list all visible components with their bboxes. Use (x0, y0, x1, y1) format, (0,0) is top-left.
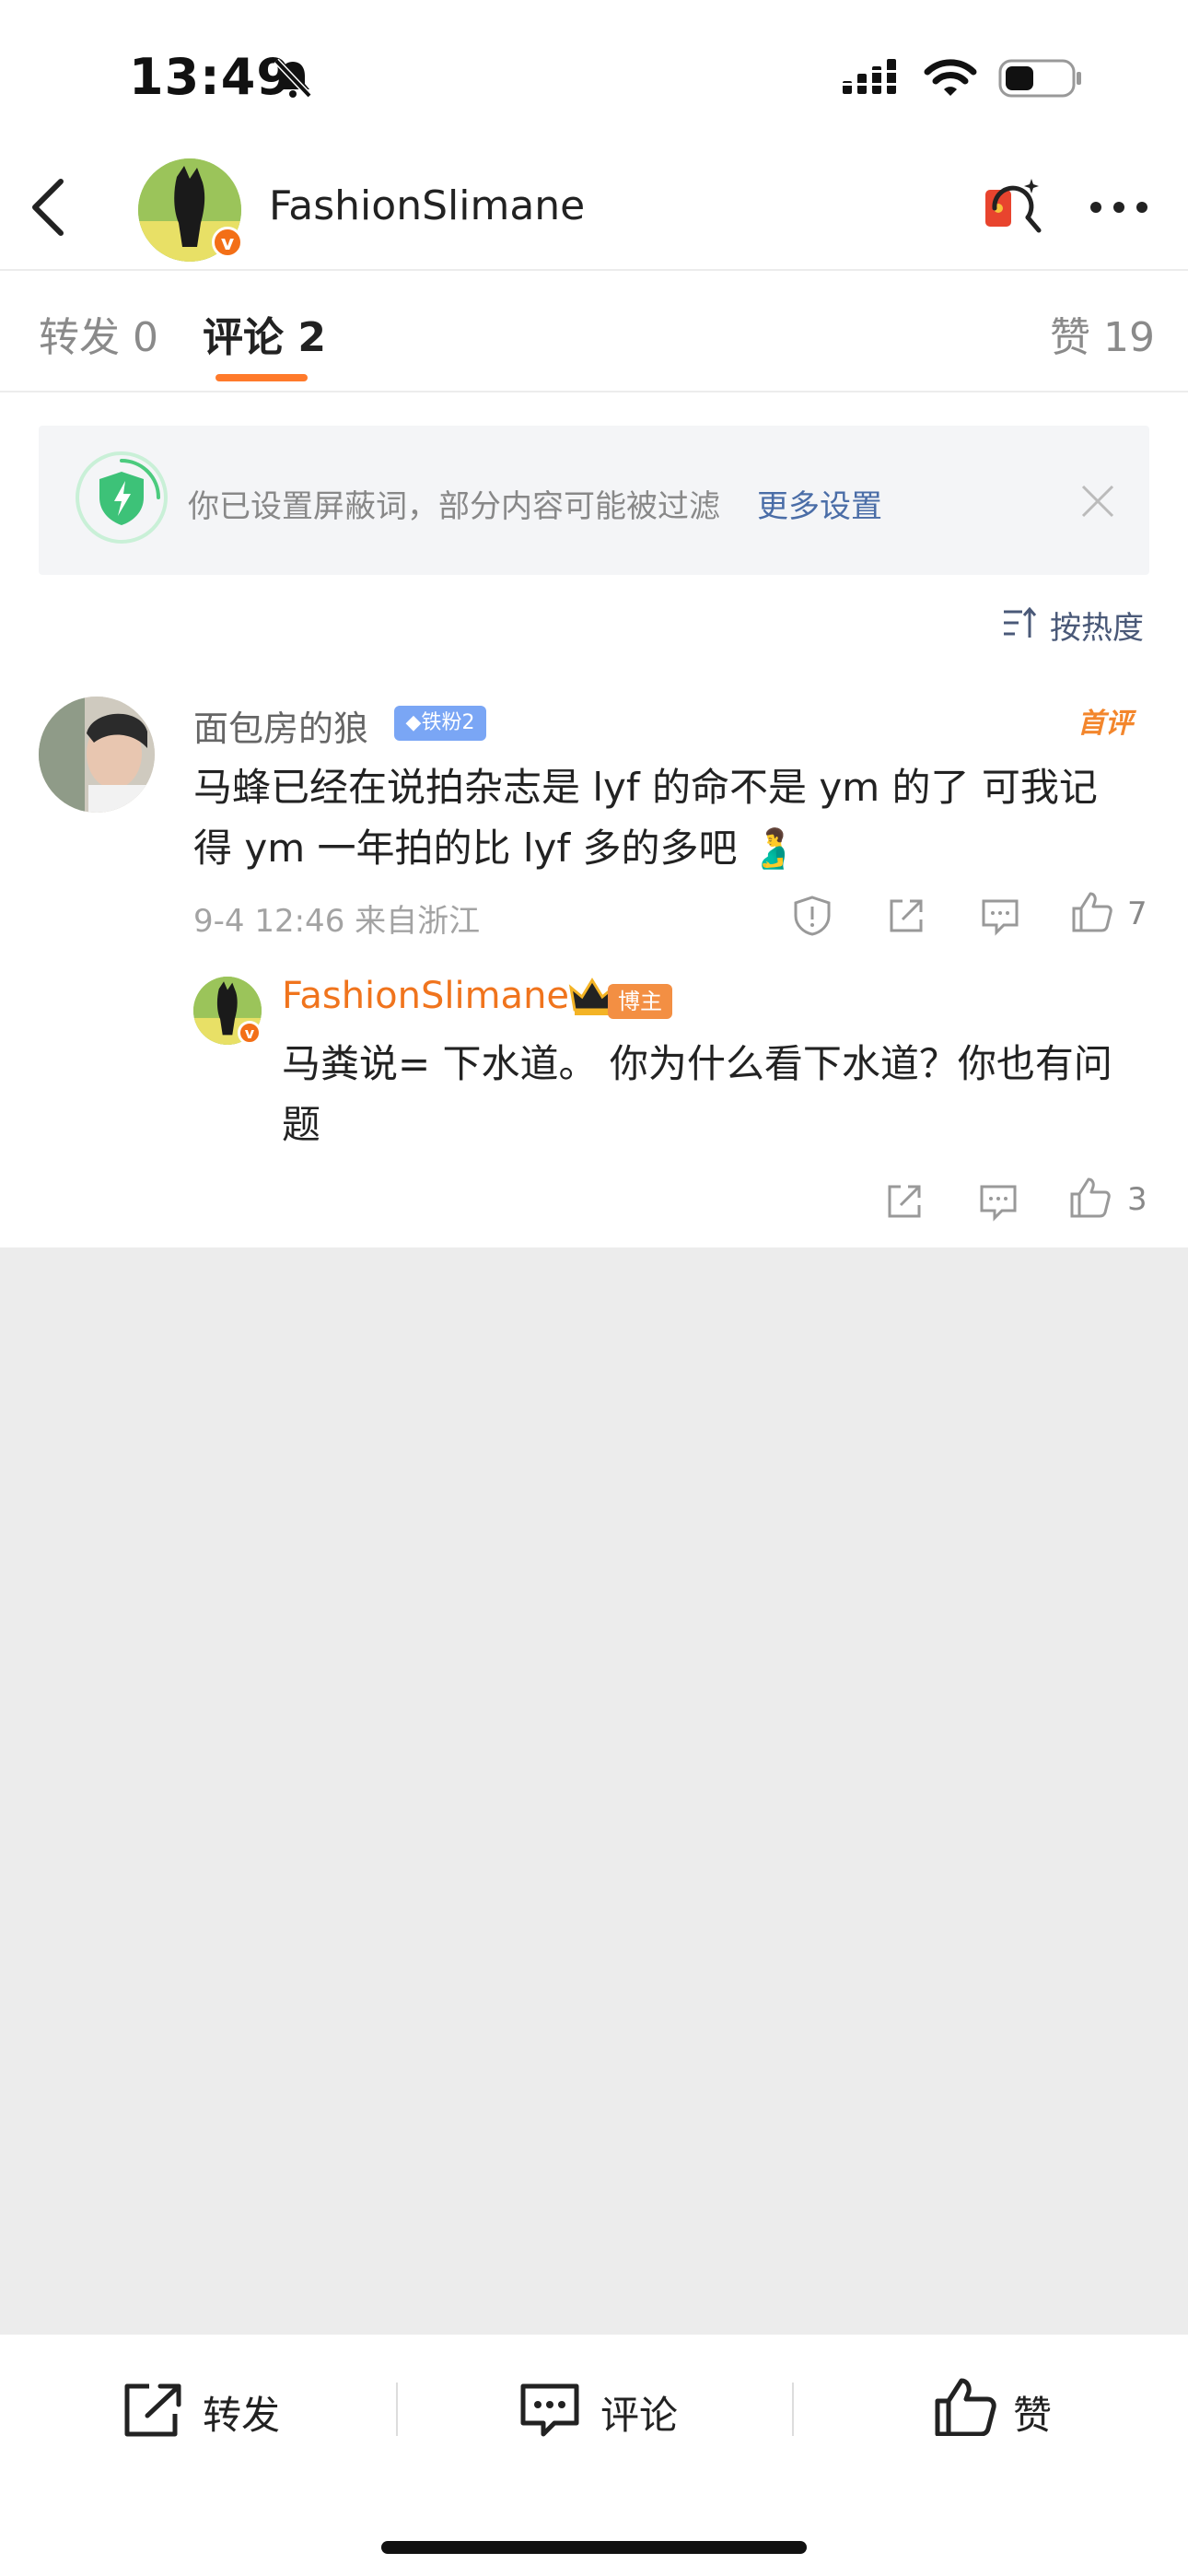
shield-icon (76, 451, 168, 544)
fan-level-label: 铁粉2 (421, 711, 475, 734)
tab-comments-count: 2 (297, 314, 326, 361)
thumbs-up-icon[interactable] (934, 2377, 998, 2436)
filter-banner-text: 你已设置屏蔽词，部分内容可能被过滤 (188, 488, 720, 525)
active-tab-indicator (215, 374, 308, 381)
bottom-separator (792, 2383, 794, 2436)
reply-username[interactable]: FashionSlimane (282, 975, 569, 1017)
reply-text: 马粪说= 下水道。 你为什么看下水道？你也有问题 (282, 1041, 1112, 1147)
bell-muted-icon (274, 58, 312, 99)
tab-comments[interactable]: 评论 2 (203, 304, 326, 363)
sort-by-heat[interactable]: 按热度 (1050, 603, 1144, 648)
tab-comments-label: 评论 (203, 314, 284, 361)
tab-repost-count: 0 (133, 314, 158, 361)
comment-location: 来自浙江 (355, 903, 481, 940)
tab-repost-label: 转发 (39, 314, 120, 361)
commenter-avatar[interactable] (39, 697, 155, 813)
cell-signal-icon (843, 59, 896, 94)
back-button[interactable] (20, 170, 76, 244)
more-options-icon[interactable] (1087, 189, 1151, 226)
close-icon[interactable] (1076, 479, 1120, 523)
like-button[interactable]: 赞 (1013, 2384, 1052, 2441)
commenter-photo (39, 697, 155, 813)
home-indicator (381, 2541, 807, 2554)
comment-like-count: 7 (1127, 896, 1147, 932)
report-icon[interactable] (790, 894, 834, 938)
tabs-divider (0, 391, 1188, 392)
reply-comment-icon[interactable] (978, 894, 1022, 938)
comment-button[interactable]: 评论 (600, 2384, 678, 2441)
like-icon[interactable] (1070, 890, 1114, 934)
comment-text: 马蜂已经在说拍杂志是 lyf 的命不是 ym 的了 可我记得 ym 一年拍的比 … (193, 765, 1098, 871)
repost-icon[interactable] (122, 2381, 186, 2440)
reply-comment-icon[interactable] (976, 1179, 1020, 1224)
tab-likes-count: 19 (1103, 314, 1155, 361)
comment-icon[interactable] (518, 2381, 582, 2440)
status-time: 13:49 (129, 48, 292, 106)
tab-likes[interactable]: 赞 19 (1050, 304, 1155, 363)
repost-button[interactable]: 转发 (203, 2384, 280, 2441)
share-icon[interactable] (882, 1179, 926, 1224)
more-settings-link[interactable]: 更多设置 (757, 481, 882, 526)
comment-meta: 9-4 12:46 来自浙江 (193, 896, 480, 941)
like-icon[interactable] (1068, 1176, 1112, 1220)
verified-badge: v (212, 227, 243, 258)
wifi-icon (924, 59, 977, 96)
sort-icon[interactable] (1002, 604, 1039, 641)
reply-like-count: 3 (1127, 1181, 1147, 1218)
header-username[interactable]: FashionSlimane (269, 182, 585, 229)
header-divider (0, 269, 1188, 271)
first-comment-badge: 首评 (1077, 708, 1133, 740)
fan-level-badge: ◆铁粉2 (394, 706, 486, 741)
share-icon[interactable] (884, 894, 928, 938)
bottom-action-bar (0, 2335, 1188, 2576)
blogger-badge: 博主 (608, 984, 672, 1019)
red-envelope-search-icon[interactable] (982, 175, 1046, 240)
commenter-name[interactable]: 面包房的狼 (193, 700, 368, 751)
tab-likes-label: 赞 (1050, 314, 1090, 361)
battery-icon (998, 59, 1081, 98)
verified-badge: v (238, 1021, 262, 1045)
bottom-separator (396, 2383, 398, 2436)
comment-time: 9-4 12:46 (193, 903, 345, 940)
tab-repost[interactable]: 转发 0 (39, 304, 158, 363)
